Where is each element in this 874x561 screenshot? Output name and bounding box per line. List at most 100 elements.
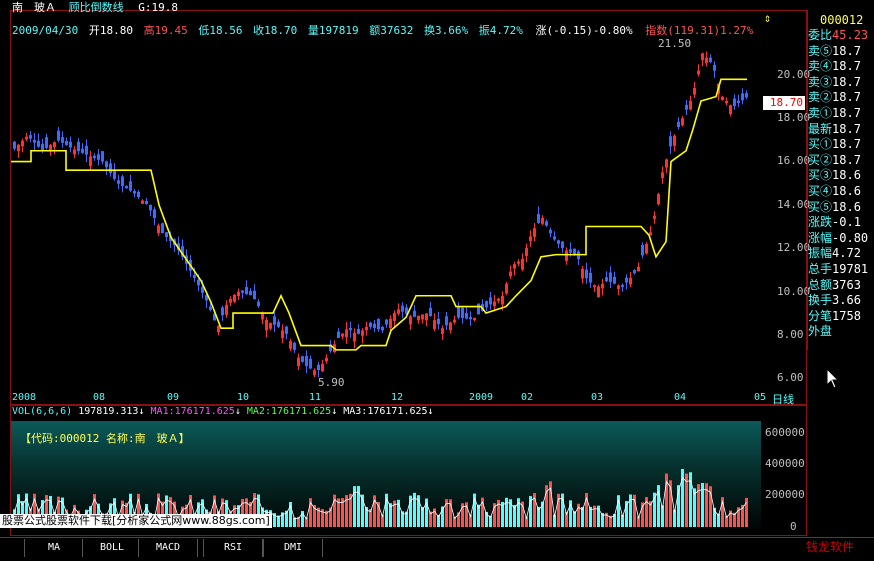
candlestick-chart[interactable]: [11, 40, 771, 390]
candle-body: [241, 290, 244, 293]
candle-body: [113, 169, 116, 179]
quote-close: 收18.70: [253, 24, 298, 37]
quote-panel-row: 涨跌-0.1: [808, 214, 874, 230]
candle-body: [629, 277, 632, 285]
date-tick: 09: [167, 392, 180, 403]
candle-body: [273, 316, 276, 325]
quote-row-value: 1758: [832, 308, 861, 323]
candle-body: [477, 303, 480, 315]
quote-panel-row: 买③18.6: [808, 167, 874, 183]
candle-body: [13, 141, 16, 149]
quote-panel-row: 换手3.66: [808, 292, 874, 308]
candle-body: [425, 313, 428, 321]
price-tick: 18.00: [777, 111, 811, 124]
candle-body: [125, 185, 128, 189]
candle-body: [613, 276, 616, 284]
candle-body: [361, 330, 364, 336]
quote-row-label: 卖①: [808, 106, 833, 120]
candle-body: [729, 105, 732, 115]
candle-body: [257, 301, 260, 307]
candle-body: [17, 144, 20, 152]
price-tick: 14.00: [777, 198, 811, 211]
candle-body: [261, 313, 264, 320]
candle-body: [381, 326, 384, 331]
quote-panel-row: 买⑤18.6: [808, 199, 874, 215]
candle-body: [165, 232, 168, 238]
candle-body: [237, 291, 240, 297]
candle-body: [449, 322, 452, 331]
quote-panel-row: 分笔1758: [808, 308, 874, 324]
candle-body: [617, 285, 620, 289]
candle-body: [533, 228, 536, 237]
candle-body: [709, 57, 712, 63]
vol-value: 197819.313: [78, 406, 139, 417]
quote-row-label: 买②: [808, 152, 833, 167]
candle-body: [385, 319, 388, 325]
stock-name: 南 玻Ａ: [12, 1, 56, 14]
candle-body: [221, 307, 224, 316]
candle-body: [409, 316, 412, 325]
candle-body: [305, 355, 308, 367]
candle-body: [537, 214, 540, 224]
quote-panel-row: 最新18.7: [808, 121, 874, 137]
period-switch-icon[interactable]: ⇕: [764, 11, 771, 25]
quote-index: 指数(119.31)1.27%: [645, 24, 754, 37]
price-tick: 16.00: [777, 154, 811, 167]
candle-body: [569, 249, 572, 253]
quote-panel-code[interactable]: 000012: [820, 13, 863, 27]
candle-body: [245, 287, 248, 295]
candle-body: [81, 148, 84, 153]
quote-row-label: 卖④: [808, 59, 833, 74]
candle-body: [745, 93, 748, 98]
quote-row-label: 买④: [808, 184, 833, 198]
candle-body: [193, 275, 196, 278]
quote-panel-row: 卖③18.7: [808, 74, 874, 90]
candle-body: [557, 240, 560, 244]
volume-tick: 0: [790, 520, 797, 533]
candle-body: [161, 223, 164, 233]
candle-body: [621, 284, 624, 288]
stock-chart-window: 南 玻Ａ 顾比倒数线 G:19.8 2009/04/30 开18.80 高19.…: [0, 0, 874, 561]
candle-body: [121, 176, 124, 187]
low-marker: 5.90: [318, 376, 345, 389]
candle-body: [317, 364, 320, 370]
tab-macd[interactable]: MACD: [138, 539, 198, 557]
candle-body: [601, 283, 604, 289]
last-price-tag: 18.70: [763, 96, 805, 110]
vol-ma2: MA2:176171.625: [246, 406, 332, 417]
quote-row-value: 18.7: [832, 43, 861, 58]
candle-body: [529, 236, 532, 242]
candle-body: [657, 194, 660, 205]
countback-line: [11, 78, 747, 351]
candle-body: [65, 141, 68, 146]
candle-body: [445, 316, 448, 326]
candle-body: [117, 180, 120, 184]
tab-rsi[interactable]: RSI: [203, 539, 263, 557]
tab-dmi[interactable]: DMI: [263, 539, 323, 557]
candle-body: [413, 310, 416, 317]
quote-volume: 量197819: [307, 24, 359, 37]
tab-ma[interactable]: MA: [24, 539, 84, 557]
candle-body: [713, 64, 716, 71]
quote-row-value: 18.7: [832, 74, 861, 89]
quote-row-value: 19781: [832, 262, 869, 276]
candle-body: [653, 215, 656, 219]
tab-boll[interactable]: BOLL: [82, 539, 142, 557]
candle-body: [597, 286, 600, 298]
candle-body: [421, 314, 424, 320]
quote-change: 涨(-0.15)-0.80%: [535, 24, 633, 37]
candle-body: [69, 141, 72, 148]
quote-row-label: 委比: [808, 28, 833, 42]
period-label[interactable]: 日线: [772, 391, 794, 407]
candle-body: [441, 328, 444, 334]
quote-row-value: 18.7: [832, 152, 861, 167]
quote-low: 低18.56: [198, 24, 243, 37]
candle-body: [353, 332, 356, 342]
quote-panel-row: 外盘: [808, 323, 874, 339]
quote-row-label: 卖②: [808, 90, 833, 105]
candle-body: [157, 225, 160, 234]
candle-body: [457, 306, 460, 318]
candle-body: [725, 100, 728, 104]
quote-open: 开18.80: [88, 24, 133, 37]
price-tick: 10.00: [777, 285, 811, 298]
